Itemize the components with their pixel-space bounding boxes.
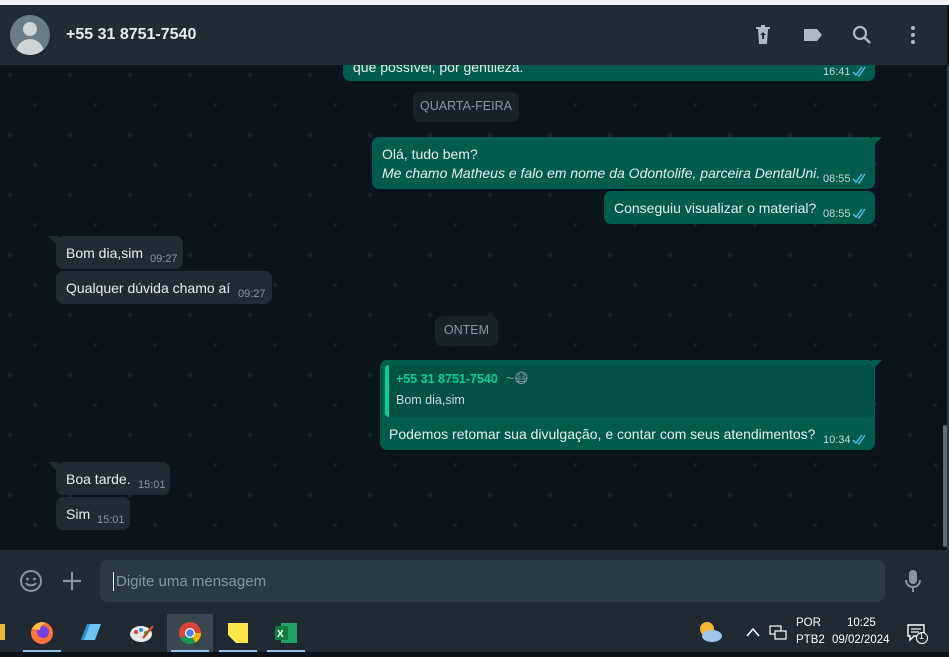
weather-icon[interactable] — [696, 619, 724, 645]
emoji-icon[interactable] — [19, 569, 43, 593]
message-time: 08:55 — [823, 208, 851, 220]
firefox-icon[interactable] — [19, 614, 65, 652]
clock-date[interactable]: 09/02/2024 — [832, 634, 890, 646]
message-bubble-incoming[interactable]: Boa tarde. 15:01 — [56, 462, 170, 495]
plus-icon[interactable] — [61, 570, 83, 592]
message-text: Boa tarde. — [66, 471, 131, 487]
network-icon[interactable] — [769, 624, 787, 640]
label-icon[interactable] — [801, 23, 825, 47]
message-text: Olá, tudo bem? — [382, 146, 478, 162]
message-text: que possível, por gentileza. — [353, 65, 524, 75]
trash-icon[interactable] — [751, 23, 775, 47]
message-bubble-incoming[interactable]: Qualquer dúvida chamo aí 09:27 — [56, 271, 272, 304]
read-ticks-icon — [852, 66, 866, 77]
chat-header: +55 31 8751-7540 — [0, 5, 947, 65]
notepad-icon[interactable] — [67, 614, 113, 652]
message-bubble-outgoing[interactable]: Conseguiu visualizar o material? 08:55 — [604, 191, 875, 224]
message-input-placeholder: Digite uma mensagem — [116, 573, 267, 590]
message-text: Podemos retomar sua divulgação, e contar… — [389, 426, 816, 442]
quoted-message[interactable]: +55 31 8751-7540 ~😷 Bom dia,sim — [385, 365, 874, 417]
message-bubble-incoming[interactable]: Bom dia,sim 09:27 — [56, 236, 183, 269]
message-text: Conseguiu visualizar o material? — [614, 200, 817, 216]
bubble-tail — [872, 137, 882, 147]
search-icon[interactable] — [850, 23, 874, 47]
message-time: 08:55 — [823, 173, 851, 185]
message-bubble-outgoing[interactable]: que possível, por gentileza. 16:41 — [343, 65, 875, 81]
notification-center-icon[interactable] — [906, 622, 928, 644]
message-time: 10:34 — [823, 434, 851, 446]
language-indicator-top[interactable]: POR — [796, 617, 821, 629]
chrome-icon[interactable] — [167, 614, 213, 652]
read-ticks-icon — [852, 208, 866, 219]
message-text-italic: Me chamo Matheus e falo em nome da Odont… — [382, 165, 821, 181]
read-ticks-icon — [852, 434, 866, 445]
excel-icon[interactable]: X — [263, 614, 309, 652]
day-separator: ONTEM — [435, 316, 498, 346]
chat-area[interactable]: que possível, por gentileza. 16:41 QUART… — [0, 65, 947, 550]
paint-icon[interactable] — [119, 614, 165, 652]
message-time: 15:01 — [138, 479, 166, 491]
quoted-text: Bom dia,sim — [396, 393, 465, 407]
quoted-author: +55 31 8751-7540 — [396, 372, 498, 386]
message-text: Sim — [66, 506, 91, 522]
message-bubble-outgoing[interactable]: Olá, tudo bem? Me chamo Matheus e falo e… — [372, 137, 875, 189]
message-time: 16:41 — [823, 66, 851, 78]
message-time: 09:27 — [150, 253, 178, 265]
chevron-up-icon[interactable] — [746, 626, 760, 638]
composer-bar: Digite uma mensagem — [0, 550, 949, 612]
menu-icon[interactable] — [901, 23, 925, 47]
language-indicator-bottom[interactable]: PTB2 — [796, 634, 825, 646]
folder-icon-partial[interactable] — [0, 624, 5, 640]
sticky-notes-icon[interactable] — [215, 614, 261, 652]
message-time: 15:01 — [97, 514, 125, 526]
avatar[interactable] — [10, 15, 50, 55]
clock-time[interactable]: 10:25 — [847, 617, 876, 629]
chat-scrollbar-thumb[interactable] — [943, 425, 947, 547]
message-input[interactable]: Digite uma mensagem — [100, 560, 885, 602]
message-text: Qualquer dúvida chamo aí — [66, 280, 231, 296]
contact-name[interactable]: +55 31 8751-7540 — [66, 26, 196, 44]
message-text: Bom dia,sim — [66, 245, 144, 261]
svg-text:X: X — [277, 629, 284, 640]
message-time: 09:27 — [238, 288, 266, 300]
message-bubble-incoming[interactable]: Sim 15:01 — [56, 497, 130, 530]
mic-icon[interactable] — [903, 569, 923, 593]
notification-count: 1 — [919, 631, 925, 641]
quoted-author-suffix: ~😷 — [506, 370, 529, 386]
windows-taskbar: X POR PTB2 10:25 09/02/2024 1 — [0, 612, 949, 652]
read-ticks-icon — [852, 173, 866, 184]
day-separator: QUARTA-FEIRA — [413, 92, 519, 122]
